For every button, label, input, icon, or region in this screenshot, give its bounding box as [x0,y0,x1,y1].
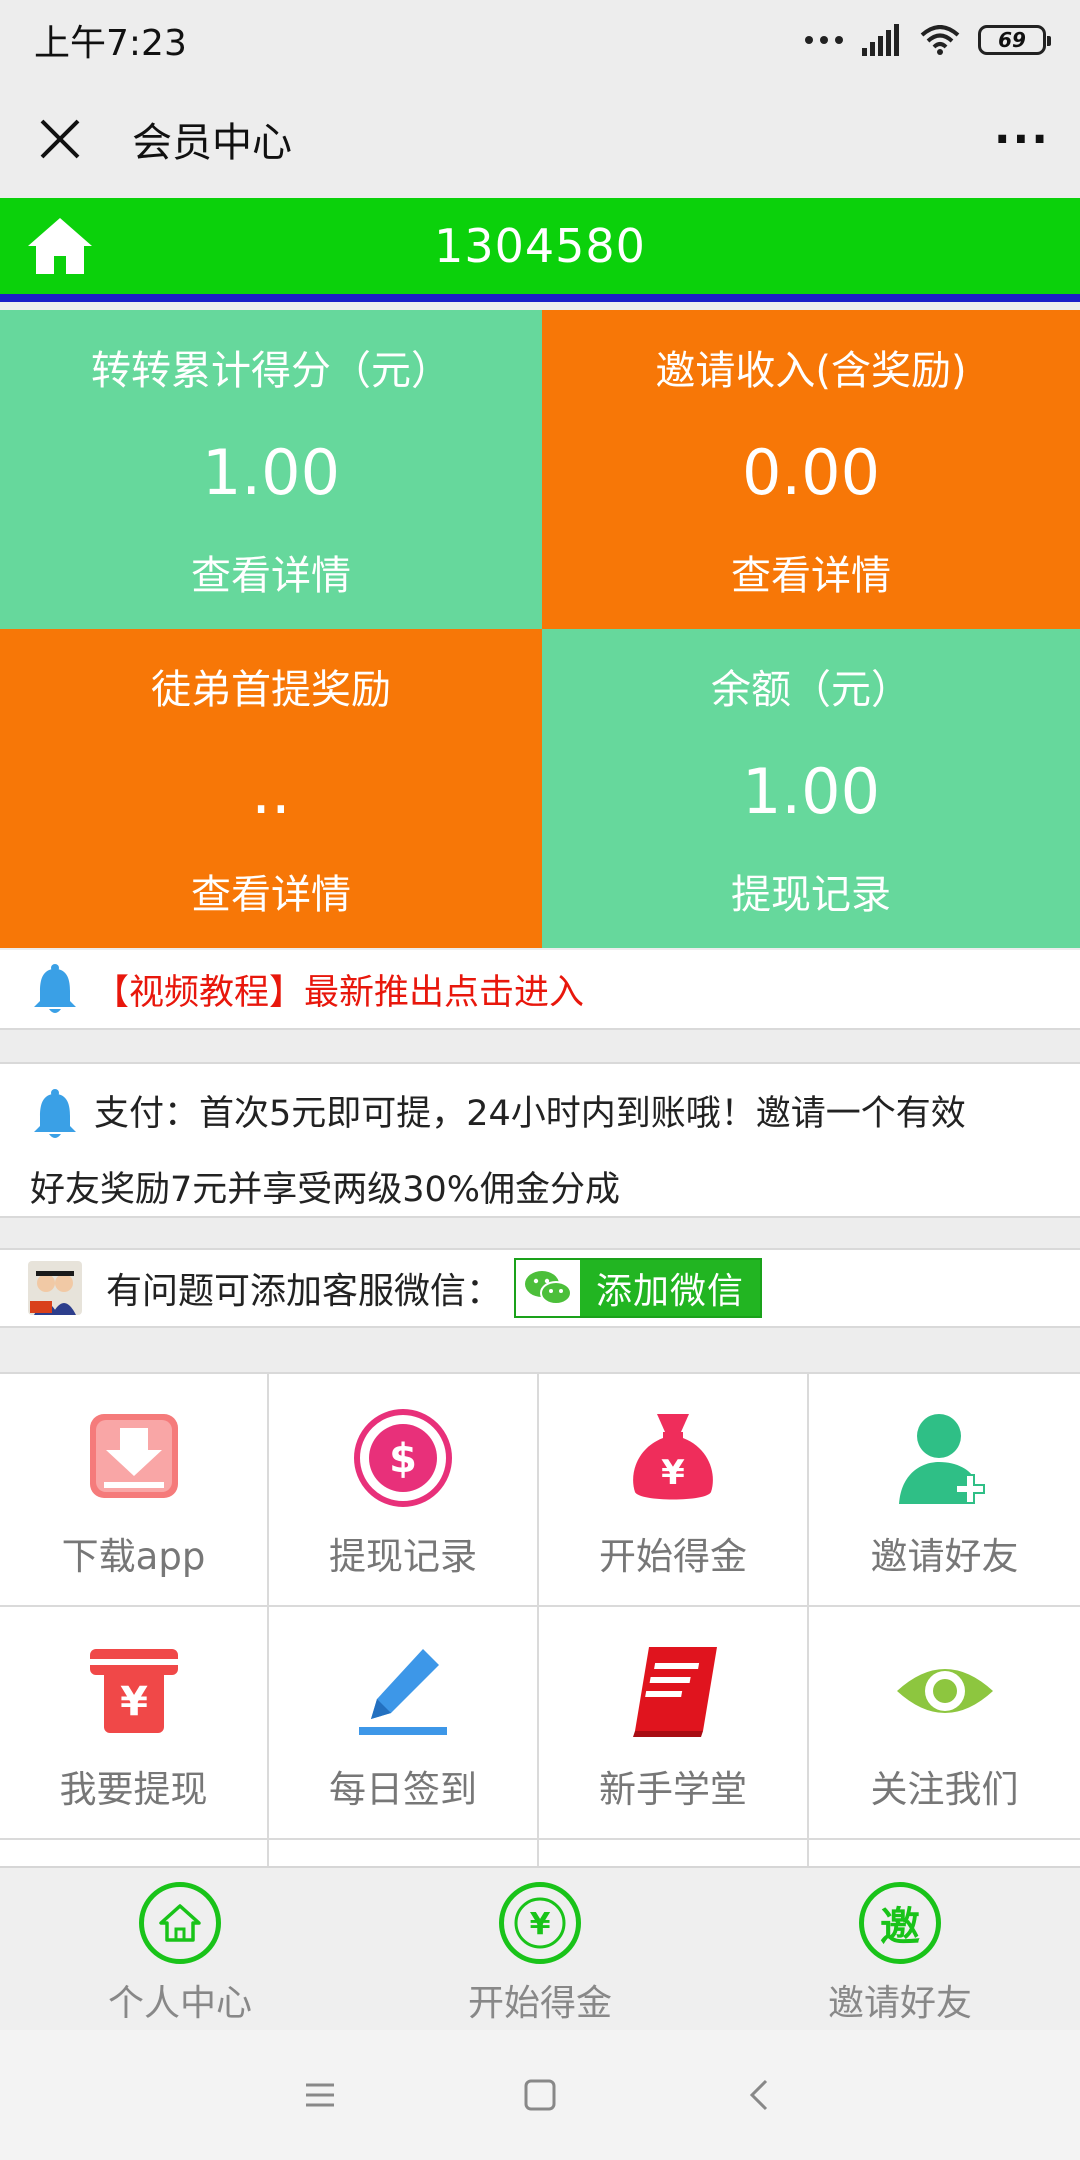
add-wechat-button[interactable]: 添加微信 [514,1258,763,1318]
stat-total-score[interactable]: 转转累计得分（元） 1.00 查看详情 [0,310,542,629]
menu-follow-us[interactable]: 关注我们 [809,1607,1080,1840]
bell-icon [34,964,76,1013]
svg-text:¥: ¥ [661,1453,685,1493]
stat-value: 1.00 [741,755,881,828]
more-dots-icon [805,36,843,44]
pencil-icon [359,1649,447,1735]
stat-value: .. [251,755,291,828]
menu-cell-empty [539,1840,809,1869]
stat-invite-income[interactable]: 邀请收入(含奖励) 0.00 查看详情 [542,310,1080,629]
payment-notice-line1: 支付：首次5元即可提，24小时内到账哦！邀请一个有效 [94,1094,966,1134]
stat-label: 转转累计得分（元） [91,348,451,394]
menu-icon[interactable] [300,2075,340,2115]
menu-label: 提现记录 [329,1535,477,1578]
invite-glyph: 邀 [880,1904,920,1950]
signal-icon [862,24,899,56]
status-bar: 上午7:23 69 [0,0,1080,80]
menu-label: 关注我们 [870,1768,1019,1811]
service-avatar [28,1261,82,1315]
download-icon [89,1414,178,1498]
add-wechat-label: 添加微信 [596,1271,745,1312]
stat-apprentice-reward[interactable]: 徒弟首提奖励 .. 查看详情 [0,629,542,948]
money-bag-icon: ¥ [633,1414,713,1500]
svg-text:¥: ¥ [120,1679,148,1725]
menu-cell-empty [809,1840,1080,1869]
menu-cell-empty [269,1840,539,1869]
stat-value: 0.00 [741,436,881,509]
video-tutorial-text: 【视频教程】最新推出点击进入 [94,972,585,1013]
home-icon[interactable] [24,214,96,278]
home-icon [139,1882,221,1964]
book-icon [633,1647,717,1737]
bottom-tab-bar: 个人中心 ¥ 开始得金 邀 邀请好友 [0,1866,1080,2030]
add-user-icon [898,1414,985,1504]
account-header: 1304580 [0,198,1080,302]
payment-notice-line2: 好友奖励7元并享受两级30%佣金分成 [30,1170,621,1210]
menu-daily-checkin[interactable]: 每日签到 [269,1607,539,1840]
stat-value: 1.00 [201,436,341,509]
tab-label: 个人中心 [107,1983,252,2024]
eye-icon [896,1669,993,1713]
menu-label: 我要提现 [59,1768,208,1811]
back-icon[interactable] [740,2075,780,2115]
service-text: 有问题可添加客服微信： [106,1271,503,1312]
stat-label: 徒弟首提奖励 [151,667,391,713]
menu-invite-friends[interactable]: 邀请好友 [809,1374,1080,1607]
title-bar: 会员中心 ··· [0,80,1080,198]
atm-withdraw-icon: ¥ [89,1649,178,1733]
wifi-icon [920,25,960,55]
bell-icon [34,1089,76,1138]
status-time: 上午7:23 [34,23,187,64]
menu-withdraw[interactable]: ¥ 我要提现 [0,1607,269,1840]
more-menu-button[interactable]: ··· [994,114,1050,165]
tab-label: 开始得金 [467,1983,612,2024]
menu-cell-empty [0,1840,269,1869]
tab-invite-friends[interactable]: 邀 邀请好友 [720,1868,1080,2030]
svg-text:$: $ [389,1436,417,1482]
invite-icon: 邀 [859,1882,941,1964]
feature-menu: 下载app $ 提现记录 ¥ 开始得金 邀请好友 ¥ 我要提现 每日签到 新手学… [0,1372,1080,1869]
page-title: 会员中心 [132,120,292,166]
menu-withdraw-records[interactable]: $ 提现记录 [269,1374,539,1607]
dollar-coin-icon: $ [354,1409,452,1507]
close-icon[interactable] [30,117,90,161]
video-tutorial-notice[interactable]: 【视频教程】最新推出点击进入 [0,950,1080,1030]
user-id: 1304580 [434,219,646,273]
menu-newbie-school[interactable]: 新手学堂 [539,1607,809,1840]
tab-personal-center[interactable]: 个人中心 [0,1868,360,2030]
stat-balance[interactable]: 余额（元） 1.00 提现记录 [542,629,1080,948]
tab-label: 邀请好友 [827,1983,972,2024]
menu-label: 每日签到 [329,1768,477,1811]
stat-label: 邀请收入(含奖励) [655,348,967,394]
view-details-link[interactable]: 查看详情 [731,543,891,601]
menu-label: 开始得金 [599,1535,747,1578]
tab-start-earning[interactable]: ¥ 开始得金 [360,1868,720,2030]
stats-grid: 转转累计得分（元） 1.00 查看详情 邀请收入(含奖励) 0.00 查看详情 … [0,310,1080,948]
payment-notice: 支付：首次5元即可提，24小时内到账哦！邀请一个有效 好友奖励7元并享受两级30… [0,1062,1080,1218]
square-home-icon[interactable] [520,2075,560,2115]
menu-start-earning[interactable]: ¥ 开始得金 [539,1374,809,1607]
customer-service-row: 有问题可添加客服微信： 添加微信 [0,1248,1080,1328]
battery-level: 69 [998,28,1026,52]
stat-label: 余额（元） [711,667,911,713]
menu-download-app[interactable]: 下载app [0,1374,269,1607]
view-details-link[interactable]: 查看详情 [191,543,351,601]
menu-label: 下载app [61,1535,206,1578]
menu-label: 新手学堂 [599,1768,747,1811]
menu-label: 邀请好友 [870,1535,1019,1578]
yen-coin-icon: ¥ [499,1882,581,1964]
wechat-icon [516,1260,581,1316]
battery-icon: 69 [978,25,1051,55]
graduates-icon [30,1271,76,1315]
system-nav-bar [0,2030,1080,2160]
view-details-link[interactable]: 查看详情 [191,862,351,920]
svg-text:¥: ¥ [530,1907,551,1942]
withdraw-records-link[interactable]: 提现记录 [731,862,891,920]
